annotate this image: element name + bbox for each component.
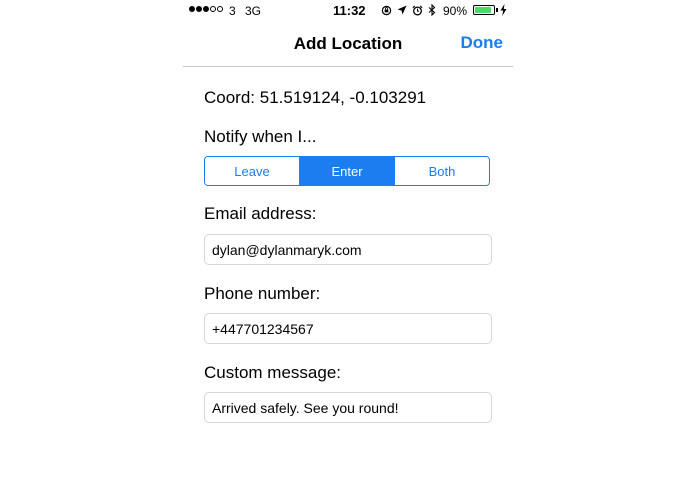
signal-dot (217, 6, 223, 12)
status-bar: 3 3G 11:32 90% (183, 0, 513, 22)
rotation-lock-icon (381, 5, 392, 16)
coordinates-text: Coord: 51.519124, -0.103291 (204, 88, 427, 107)
battery-level-fill (475, 7, 492, 13)
signal-dot (189, 6, 195, 12)
status-icons (381, 4, 436, 16)
battery-percent: 90% (443, 4, 468, 18)
signal-dot (203, 6, 209, 12)
carrier-name: 3 (229, 4, 236, 18)
bluetooth-icon (428, 4, 436, 16)
alarm-icon (412, 4, 423, 16)
notify-label: Notify when I... (204, 127, 317, 146)
battery-icon (473, 5, 495, 15)
battery-nub (496, 8, 498, 12)
segment-enter[interactable]: Enter (299, 157, 394, 185)
navigation-bar: Add Location Done (183, 22, 513, 67)
done-button[interactable]: Done (461, 33, 504, 53)
network-type: 3G (245, 4, 262, 18)
segment-both[interactable]: Both (394, 157, 489, 185)
location-arrow-icon (397, 5, 407, 15)
status-time: 11:32 (333, 3, 366, 18)
email-label: Email address: (204, 204, 317, 223)
phone-field[interactable] (204, 313, 492, 344)
signal-strength-icon (189, 6, 223, 12)
signal-dot (196, 6, 202, 12)
notify-segmented-control: Leave Enter Both (204, 156, 490, 186)
signal-dot (210, 6, 216, 12)
app-screen: 3 3G 11:32 90% Add Location Done Coord: … (183, 0, 513, 494)
segment-leave[interactable]: Leave (205, 157, 299, 185)
email-field[interactable] (204, 234, 492, 265)
message-label: Custom message: (204, 363, 341, 382)
charging-icon (500, 4, 507, 19)
message-field[interactable] (204, 392, 492, 423)
phone-label: Phone number: (204, 284, 321, 303)
